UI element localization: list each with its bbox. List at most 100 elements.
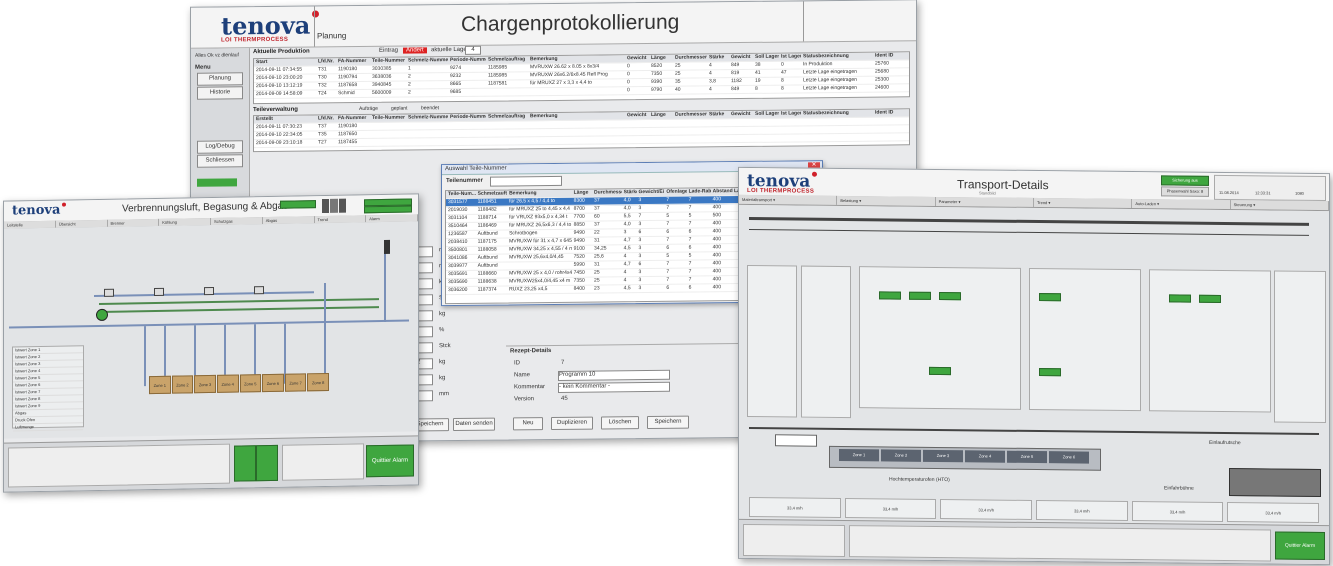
column-header: Schmelz-Nummer: [408, 114, 448, 121]
green-toggle[interactable]: [1169, 294, 1191, 303]
sidebar-item-historie[interactable]: Historie: [197, 86, 243, 100]
nav-dropdown[interactable]: Materialtransport ▾: [739, 194, 838, 205]
recipe-name-field[interactable]: Programm 10: [558, 369, 670, 381]
table-cell: 4,5: [623, 285, 631, 292]
green-toggle[interactable]: [909, 291, 931, 300]
table-cell: [673, 127, 707, 134]
table-cell: 22: [594, 229, 600, 236]
production-table: Start Lfd.Nr. FA-Nummer Teile-Nummer Schmelz…: [253, 51, 910, 105]
green-toggle[interactable]: [1199, 294, 1221, 303]
valve-icon[interactable]: [254, 286, 264, 295]
phase-button[interactable]: Phasenwahl Saxo: 8: [1161, 186, 1209, 197]
valve-icon[interactable]: [104, 288, 114, 297]
zone-blocks: Zone 1 Zone 2 Zone 3 Zone 4 Zone 5 Zone 6 Zone…: [149, 372, 329, 395]
table-cell: [528, 120, 625, 128]
table-cell: 6: [666, 244, 670, 251]
recipe-comment-field[interactable]: - kein Kommentar -: [558, 381, 670, 393]
section-title-production: Aktuelle Produktion: [253, 48, 310, 56]
table-cell: 2: [408, 81, 411, 88]
table-cell: 7: [666, 204, 670, 211]
table-cell: 6: [666, 284, 670, 291]
green-toggle[interactable]: [879, 291, 901, 300]
table-cell: [486, 121, 528, 128]
secure-button[interactable]: Sicherung aus: [1161, 175, 1209, 186]
speed-readout: 33,4 m/h: [1227, 502, 1320, 523]
column-header: Länge: [573, 189, 589, 196]
table-cell: 4,7: [623, 261, 631, 268]
table-cell: 3030385: [372, 65, 392, 72]
column-header: Statusbezeichnung: [803, 109, 849, 117]
green-toggle[interactable]: [939, 292, 961, 301]
valve-icon[interactable]: [204, 286, 214, 296]
delete-button[interactable]: Löschen: [601, 416, 639, 430]
table-cell: [370, 139, 406, 146]
table-cell: 4: [709, 86, 712, 93]
fan-icon[interactable]: [96, 308, 108, 322]
table-cell: 4: [623, 269, 627, 276]
filter-planned[interactable]: geplant: [391, 106, 407, 112]
table-cell: T24: [318, 90, 327, 97]
column-header: Ist Lagen: [781, 110, 801, 117]
quit-alarm-button[interactable]: Quittier Alarm: [366, 444, 414, 478]
column-header: Gewicht: [627, 55, 647, 62]
nav-dropdown[interactable]: Belastung ▾: [837, 195, 936, 206]
table-cell: 7: [688, 204, 692, 211]
transport-window: tenova LOI THERMPROCESS Transport-Detail…: [738, 166, 1330, 566]
zone-block[interactable]: Zone 4: [216, 374, 239, 393]
filter-orders[interactable]: Aufträge: [359, 106, 378, 112]
sidebar-item-planung[interactable]: Planung: [197, 72, 243, 86]
send-data-button[interactable]: Daten senden: [453, 417, 495, 432]
zone-block[interactable]: Zone 1: [149, 375, 171, 395]
zone-block[interactable]: Zone 5: [239, 374, 262, 393]
column-header: Abstand Lagen: [712, 188, 741, 195]
control-panel-4: [1029, 267, 1141, 412]
zone-block[interactable]: Zone 8: [307, 372, 329, 392]
table-cell: [406, 130, 448, 137]
recipe-id-label: ID: [514, 360, 520, 367]
column-header: Gewicht: [627, 112, 647, 119]
zone-block[interactable]: Zone 3: [194, 374, 216, 394]
green-toggle[interactable]: [929, 366, 951, 376]
column-header: Schmelz-Nummer: [408, 57, 448, 64]
column-header: Gewicht/Einheit: [638, 188, 665, 196]
table-cell: 6: [666, 228, 670, 235]
zone-block[interactable]: Zone 2: [171, 375, 194, 394]
table-cell: 3: [623, 229, 627, 236]
valve-icon[interactable]: [154, 287, 164, 296]
table-cell: für VRUXZ 93x5,0 x 4,34 t: [509, 213, 568, 221]
table-cell: [448, 138, 486, 145]
dialog-title: Auswahl Teile-Nummer: [445, 165, 507, 173]
layer-value-field[interactable]: 4: [465, 45, 481, 55]
table-cell: [649, 136, 673, 143]
table-cell: [370, 123, 406, 130]
table-cell: 1188660: [477, 270, 497, 277]
table-cell: 7: [666, 260, 670, 267]
save-recipe-button[interactable]: Speichern: [647, 415, 689, 430]
quit-alarm-button[interactable]: Quittier Alarm: [1275, 531, 1325, 561]
speed-readout: 33,4 m/h: [844, 498, 937, 519]
table-cell: 1187650: [338, 131, 358, 138]
table-cell: [729, 127, 753, 134]
filter-finished[interactable]: beendet: [421, 105, 439, 111]
table-cell: 9274: [450, 64, 462, 72]
zone-block[interactable]: Zone 6: [262, 373, 284, 393]
nav-dropdown[interactable]: Trend ▾: [1033, 197, 1133, 209]
log-debug-button[interactable]: Log/Debug: [197, 140, 243, 154]
table-cell: 0: [781, 61, 784, 68]
part-number-input[interactable]: [490, 175, 562, 187]
green-toggle[interactable]: [1039, 293, 1061, 302]
green-toggle[interactable]: [1039, 368, 1061, 377]
nav-dropdown[interactable]: Steuerung ▾: [1230, 200, 1329, 211]
nav-dropdown[interactable]: Auto-Laden ▾: [1132, 199, 1231, 210]
zone-block[interactable]: Zone 7: [284, 373, 307, 392]
new-button[interactable]: Neu: [513, 417, 543, 431]
table-cell: Letzte Lage eingetragen: [803, 84, 857, 92]
furnace-zone: Zone 6: [1049, 451, 1089, 464]
duplicate-button[interactable]: Duplizieren: [551, 416, 593, 431]
nav-dropdown[interactable]: Parameter ▾: [935, 196, 1034, 207]
table-cell: 3035690: [448, 278, 468, 286]
column-header: Lade-Rabatt: [688, 188, 711, 195]
close-button[interactable]: Schliessen: [197, 154, 243, 168]
table-cell: 3039977: [448, 262, 468, 270]
column-header: Teile-Num...: [448, 190, 476, 198]
